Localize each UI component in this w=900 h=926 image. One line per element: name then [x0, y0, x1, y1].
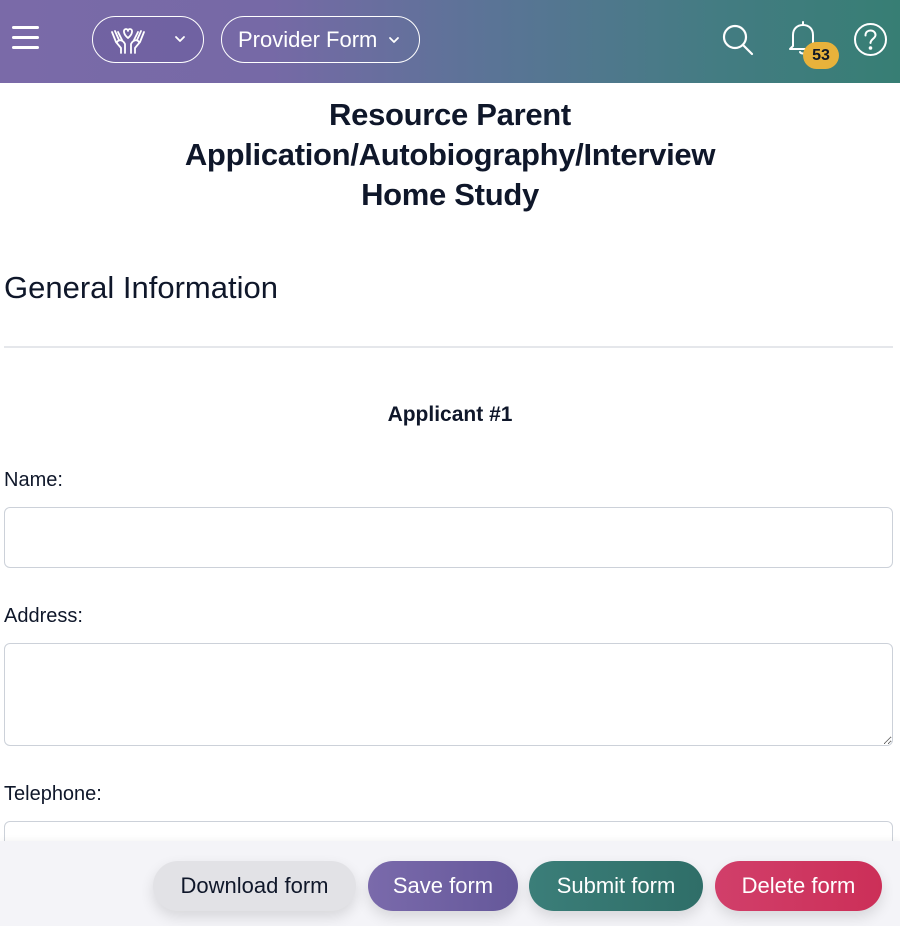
chevron-down-icon: [175, 36, 185, 42]
form-action-bar: Download form Save form Submit form Dele…: [0, 841, 900, 926]
chevron-down-icon: [389, 36, 400, 43]
section-divider: [4, 346, 893, 348]
section-title: General Information: [4, 270, 278, 305]
page-title-line: Application/Autobiography/Interview: [184, 137, 716, 172]
page-title: Resource Parent Application/Autobiograph…: [0, 95, 900, 215]
applicant-heading: Applicant #1: [387, 403, 513, 426]
hamburger-menu-icon: [12, 26, 40, 49]
submit-form-button[interactable]: Submit form: [529, 861, 703, 911]
search-button[interactable]: [720, 22, 756, 58]
help-button[interactable]: [853, 22, 888, 57]
download-form-button[interactable]: Download form: [153, 861, 356, 911]
menu-button[interactable]: [12, 26, 40, 56]
page-title-line: Home Study: [361, 177, 539, 212]
telephone-label: Telephone:: [4, 783, 102, 805]
form-type-selector[interactable]: Provider Form: [221, 16, 420, 63]
form-type-label: Provider Form: [238, 26, 378, 52]
organization-selector[interactable]: [92, 16, 204, 63]
address-textarea[interactable]: [4, 643, 893, 746]
address-label: Address:: [4, 605, 83, 627]
name-label: Name:: [4, 469, 63, 491]
name-input[interactable]: [4, 507, 893, 568]
save-form-button[interactable]: Save form: [368, 861, 518, 911]
hands-heart-icon: [111, 28, 145, 54]
help-circle-icon: [854, 23, 887, 56]
delete-form-button[interactable]: Delete form: [715, 861, 882, 911]
page-title-line: Resource Parent: [329, 97, 571, 132]
search-icon: [722, 24, 754, 56]
notification-count-badge: 53: [803, 42, 839, 69]
top-navigation-bar: Provider Form 53: [0, 0, 900, 83]
